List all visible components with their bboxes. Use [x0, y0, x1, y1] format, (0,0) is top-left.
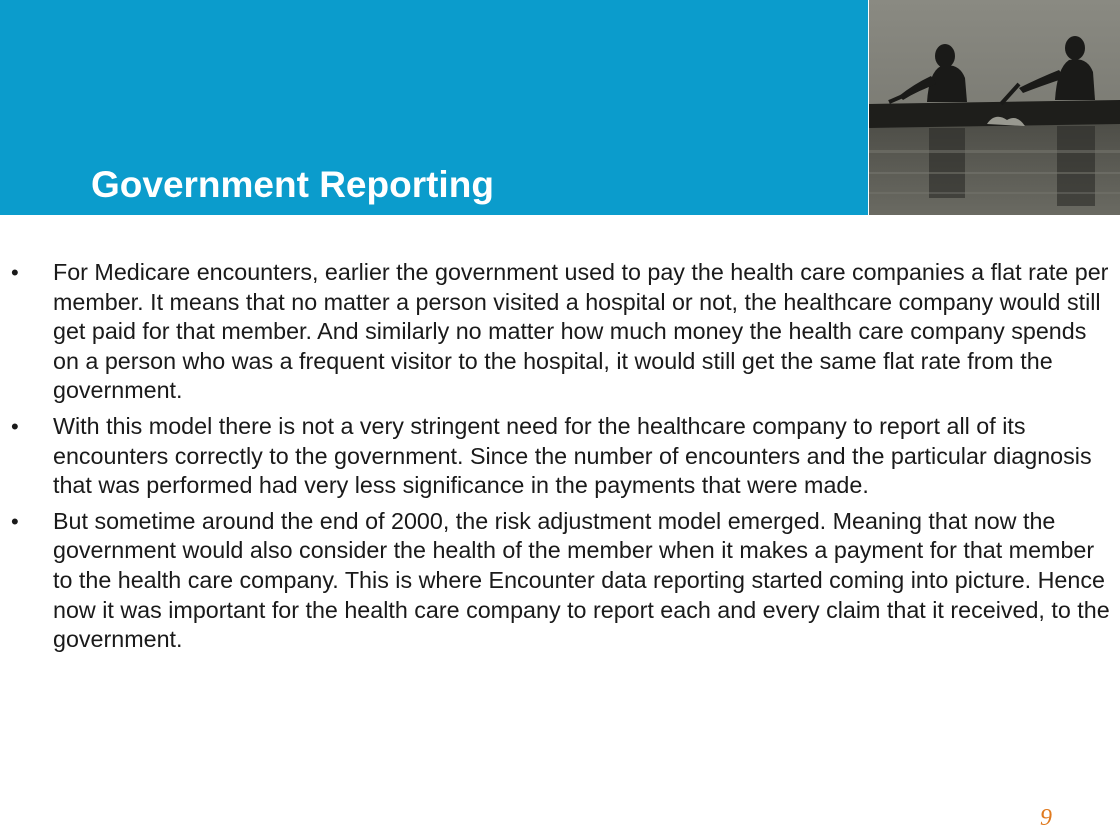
- bullet-marker: •: [11, 508, 19, 534]
- slide: Government Reporting • For Medicare enco…: [0, 0, 1120, 840]
- bullet-item: • With this model there is not a very st…: [0, 412, 1110, 501]
- bullet-marker: •: [11, 413, 19, 439]
- bullet-marker: •: [11, 260, 19, 285]
- bullet-item: • For Medicare encounters, earlier the g…: [0, 258, 1110, 406]
- bullet-text: With this model there is not a very stri…: [53, 412, 1092, 499]
- page-number: 9: [1040, 805, 1052, 831]
- bullet-list: • For Medicare encounters, earlier the g…: [0, 258, 1110, 661]
- rowers-photo-graphic: [869, 0, 1120, 215]
- rowers-photo: [869, 0, 1120, 215]
- bullet-text: But sometime around the end of 2000, the…: [53, 507, 1110, 653]
- slide-title: Government Reporting: [91, 164, 494, 205]
- bullet-item: • But sometime around the end of 2000, t…: [0, 507, 1110, 655]
- bullet-text: For Medicare encounters, earlier the gov…: [53, 259, 1109, 404]
